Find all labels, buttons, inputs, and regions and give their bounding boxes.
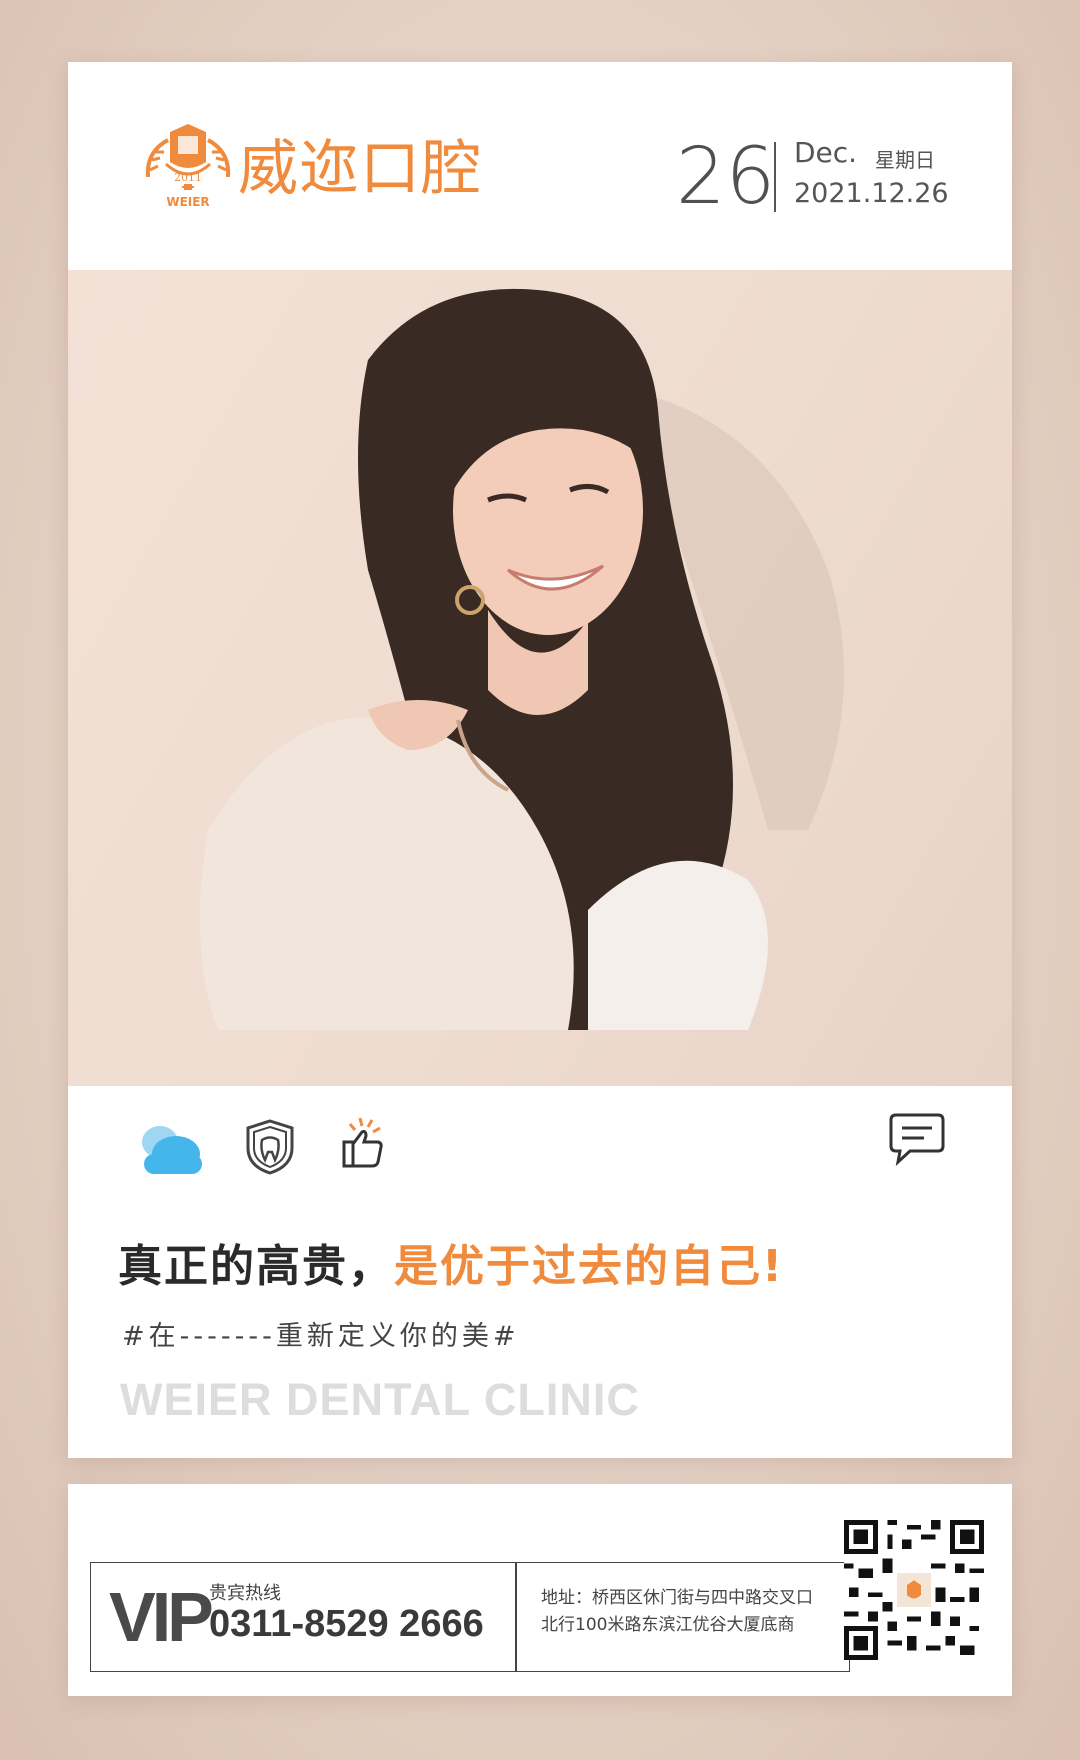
tagline: #在-------重新定义你的美#	[122, 1321, 520, 1352]
emblem-text: WEIER	[166, 195, 209, 209]
date-divider	[774, 142, 776, 212]
address-line1: 地址：桥西区休门街与四中路交叉口	[541, 1588, 813, 1608]
emblem-year: 2011	[174, 171, 202, 184]
vip-divider	[515, 1563, 517, 1671]
watermark: WEIER DENTAL CLINIC	[120, 1374, 640, 1425]
tooth-shield-icon[interactable]	[244, 1118, 296, 1176]
hotline-label: 贵宾热线	[209, 1583, 281, 1604]
headline-part2: 是优于过去的自己!	[394, 1241, 785, 1292]
header: 2011 WEIER 威迩口腔 26 Dec. 星期日 2021.12.26	[68, 62, 1012, 270]
footer-card: VIP 贵宾热线 0311-8529 2666 地址：桥西区休门街与四中路交叉口…	[68, 1484, 1012, 1696]
icon-row	[68, 1112, 1012, 1194]
poster-card: 2011 WEIER 威迩口腔 26 Dec. 星期日 2021.12.26 真…	[68, 62, 1012, 1458]
vip-box: VIP 贵宾热线 0311-8529 2666 地址：桥西区休门街与四中路交叉口…	[90, 1562, 850, 1672]
date-month: Dec.	[794, 136, 858, 169]
address-line2: 北行100米路东滨江优谷大厦底商	[541, 1615, 795, 1635]
portrait-illustration	[200, 288, 844, 1030]
hero-photo	[68, 270, 1012, 1086]
cloud-icon[interactable]	[134, 1120, 206, 1178]
qr-code-icon[interactable]	[844, 1520, 984, 1660]
date-day: 26	[676, 132, 776, 222]
comment-icon[interactable]	[888, 1112, 946, 1166]
vip-mark: VIP	[109, 1578, 214, 1656]
thumbs-up-icon[interactable]	[340, 1116, 388, 1172]
date-full: 2021.12.26	[794, 178, 949, 209]
date-weekday: 星期日	[875, 148, 935, 172]
address: 地址：桥西区休门街与四中路交叉口 北行100米路东滨江优谷大厦底商	[541, 1585, 841, 1639]
hotline-number[interactable]: 0311-8529 2666	[209, 1603, 484, 1646]
brand-name: 威迩口腔	[238, 134, 482, 204]
headline-part1: 真正的高贵，	[118, 1241, 394, 1292]
headline: 真正的高贵，是优于过去的自己!	[118, 1230, 784, 1294]
brand-emblem-icon: 2011 WEIER	[145, 124, 231, 209]
